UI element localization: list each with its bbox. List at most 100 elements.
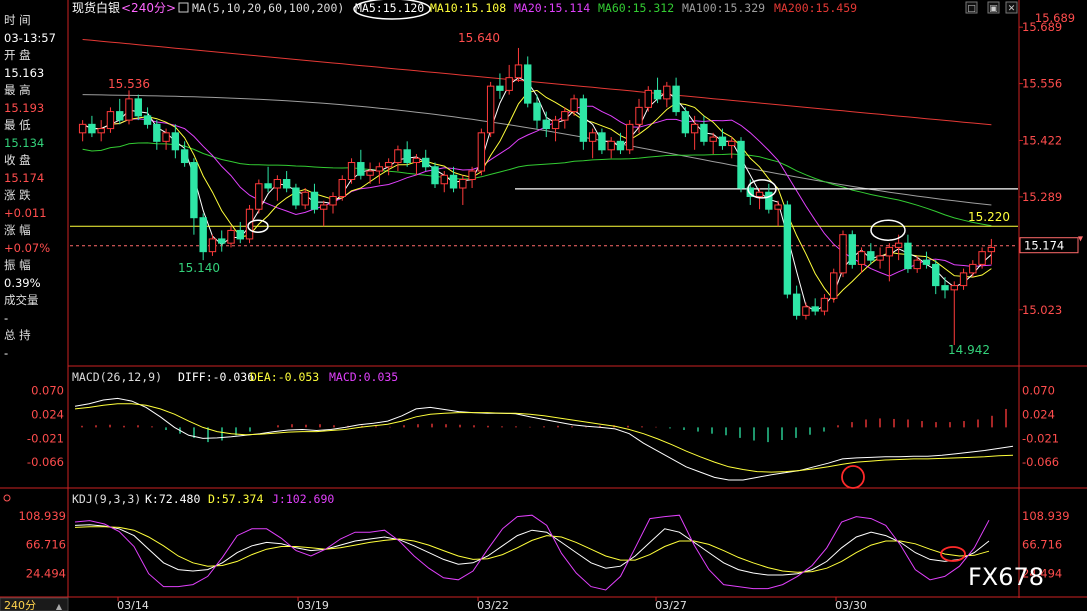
ma200-value: MA200:15.459 bbox=[774, 1, 857, 15]
candle-up bbox=[820, 297, 829, 312]
candle-up bbox=[857, 251, 866, 265]
candle-down bbox=[180, 149, 189, 164]
candle-up bbox=[320, 204, 328, 210]
candle-down bbox=[171, 132, 180, 151]
candle-down bbox=[190, 162, 198, 219]
candle-down bbox=[811, 306, 819, 312]
candle-down bbox=[496, 85, 504, 91]
candle-down bbox=[867, 251, 875, 261]
change-label: 涨 跌 bbox=[4, 188, 31, 202]
candle-up bbox=[969, 263, 977, 274]
candle-up bbox=[626, 123, 634, 151]
candle-up bbox=[245, 208, 254, 240]
candle-up bbox=[273, 179, 282, 189]
candle-up bbox=[375, 166, 384, 172]
main-ytick-label: 15.023 bbox=[1022, 303, 1062, 317]
candle-up bbox=[690, 123, 699, 134]
kdj-ytick-left: 24.494 bbox=[26, 566, 66, 580]
candle-down bbox=[737, 140, 745, 189]
candle-up bbox=[635, 106, 643, 125]
kdj-settings-icon[interactable] bbox=[3, 494, 11, 502]
candle-down bbox=[848, 234, 856, 265]
ma60-line bbox=[82, 142, 992, 227]
candle-up bbox=[551, 119, 560, 130]
candle-up bbox=[477, 132, 486, 172]
pct-value: +0.07% bbox=[4, 240, 51, 255]
volume-value: - bbox=[4, 310, 9, 325]
candle-down bbox=[616, 140, 625, 151]
candle-up bbox=[644, 89, 652, 108]
left-low-label: 15.140 bbox=[178, 261, 220, 275]
date-label: 03/19 bbox=[297, 599, 329, 611]
settings-icon[interactable] bbox=[178, 2, 189, 13]
candle-down bbox=[524, 64, 532, 104]
candle-up bbox=[663, 85, 671, 100]
candle-up bbox=[255, 183, 263, 210]
open-interest-value: - bbox=[4, 345, 9, 360]
kdj-j-line bbox=[74, 514, 990, 591]
candle-up bbox=[338, 179, 346, 197]
date-label: 03/14 bbox=[117, 599, 149, 611]
candle-up bbox=[830, 272, 838, 299]
candle-down bbox=[431, 166, 439, 185]
high-value: 15.193 bbox=[4, 100, 45, 115]
current-price-label: 15.174 bbox=[1024, 239, 1064, 253]
candle-up bbox=[162, 132, 170, 142]
candle-down bbox=[922, 259, 931, 265]
candle-up bbox=[301, 191, 309, 206]
macd-title: MACD(26,12,9) bbox=[72, 370, 162, 384]
candle-down bbox=[718, 136, 727, 147]
candle-up bbox=[709, 136, 717, 142]
candle-up bbox=[514, 64, 523, 79]
candle-down bbox=[153, 123, 161, 142]
candle-down bbox=[533, 102, 541, 121]
retest-circle bbox=[870, 219, 906, 241]
period-label: <240分> bbox=[121, 1, 176, 15]
candle-down bbox=[904, 242, 912, 270]
candle-up bbox=[588, 132, 597, 142]
candle-up bbox=[885, 246, 894, 257]
chart-canvas: 15.689 15.556 15.422 15.289 15.023 15.220 15.1… bbox=[0, 0, 1087, 611]
kdj-j-value: J:102.690 bbox=[272, 492, 334, 506]
pct-label: 涨 幅 bbox=[4, 223, 31, 237]
candle-down bbox=[88, 123, 96, 134]
ma10-value: MA10:15.108 bbox=[430, 1, 506, 15]
minimize-icon: □ bbox=[967, 4, 976, 14]
high-price-label: 15.640 bbox=[458, 31, 500, 45]
candle-up bbox=[468, 170, 476, 181]
symbol-title: 现货白银 bbox=[72, 0, 120, 15]
candle-up bbox=[106, 111, 115, 130]
candle-down bbox=[403, 149, 411, 164]
high-label: 最 高 bbox=[4, 83, 31, 97]
current-price-arrow-icon: ▾ bbox=[1078, 234, 1083, 245]
candle-up bbox=[839, 234, 847, 274]
candle-down bbox=[941, 285, 949, 291]
kdj-ytick-left: 108.939 bbox=[18, 509, 66, 523]
candle-up bbox=[561, 111, 569, 121]
open-interest-label: 总 持 bbox=[4, 328, 31, 342]
kdj-ytick-right: 108.939 bbox=[1022, 509, 1070, 523]
candle-down bbox=[218, 238, 226, 244]
kdj-d-value: D:57.374 bbox=[208, 492, 263, 506]
macd-diff-value: DIFF:-0.036 bbox=[178, 370, 254, 384]
candle-down bbox=[422, 157, 430, 168]
candle-up bbox=[950, 285, 958, 291]
main-ytick-top: 15.689 bbox=[1035, 11, 1075, 25]
macd-cross-circle bbox=[841, 465, 865, 489]
date-label: 03/30 bbox=[835, 599, 867, 611]
candle-up bbox=[978, 251, 986, 265]
candle-up bbox=[440, 174, 448, 185]
candle-down bbox=[765, 191, 773, 210]
ma100-value: MA100:15.329 bbox=[682, 1, 765, 15]
amplitude-label: 振 幅 bbox=[4, 258, 31, 272]
candle-up bbox=[125, 98, 133, 121]
quote-info-panel: 时 间 03-13:57 开 盘 15.163 最 高 15.193 最 低 1… bbox=[0, 12, 68, 362]
candle-down bbox=[932, 263, 940, 287]
candle-up bbox=[728, 140, 736, 147]
candle-down bbox=[116, 111, 124, 121]
candle-down bbox=[199, 217, 207, 253]
candle-up bbox=[97, 128, 105, 134]
candle-up bbox=[227, 229, 235, 244]
candle-up bbox=[987, 246, 996, 253]
ma60-value: MA60:15.312 bbox=[598, 1, 674, 15]
